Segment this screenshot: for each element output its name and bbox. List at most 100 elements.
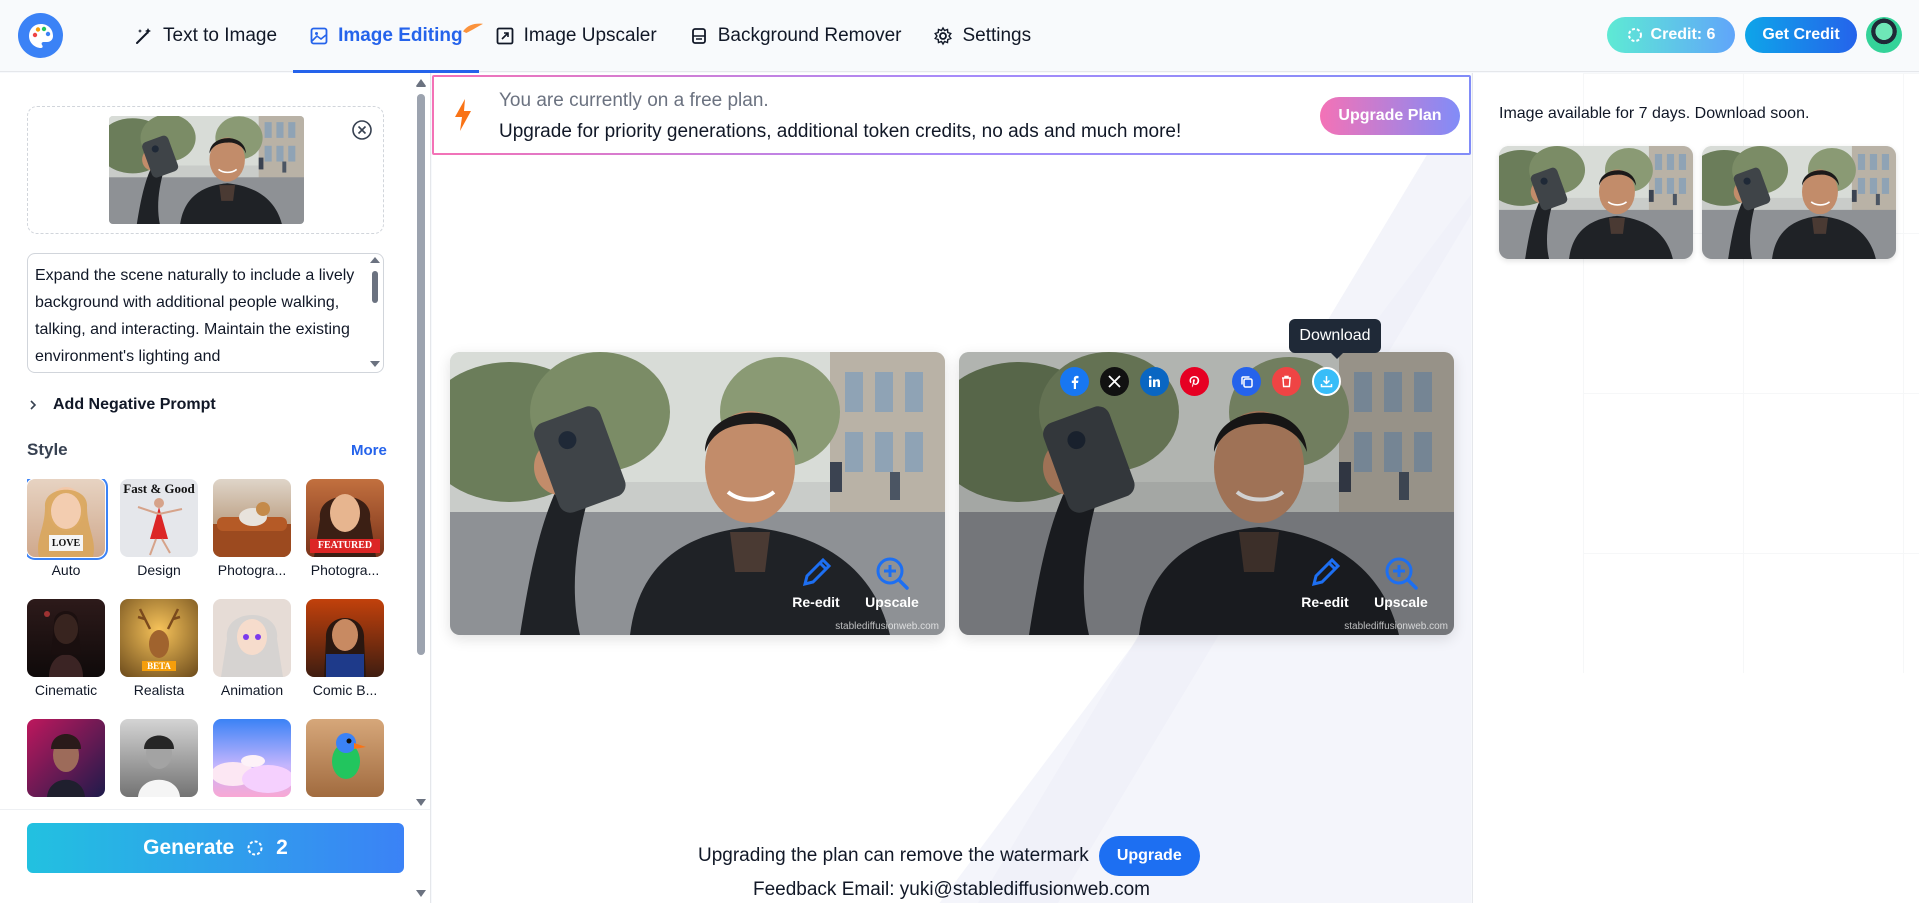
style-thumb (27, 719, 105, 797)
upscale-label: Upscale (865, 594, 919, 610)
style-thumb (306, 599, 384, 677)
x-icon[interactable] (1100, 367, 1129, 396)
upscale-button[interactable]: Upscale (862, 554, 922, 610)
tab-text-to-image[interactable]: Text to Image (118, 0, 293, 72)
generate-cost: 2 (276, 836, 288, 859)
tab-settings[interactable]: Settings (917, 0, 1047, 72)
tab-label: Settings (962, 25, 1032, 46)
history-panel: Image available for 7 days. Download soo… (1472, 73, 1919, 903)
style-name: Cinematic (34, 682, 98, 698)
tab-label: Text to Image (163, 25, 278, 46)
main-nav: Text to Image Image Editing Image Upscal… (118, 0, 1047, 73)
upscale-button[interactable]: Upscale (1371, 554, 1431, 610)
style-name: Design (137, 562, 181, 578)
prompt-textarea[interactable]: Expand the scene naturally to include a … (27, 253, 384, 373)
copy-icon[interactable] (1232, 367, 1261, 396)
token-icon (1627, 28, 1642, 42)
style-cinematic[interactable]: Cinematic (27, 599, 105, 698)
style-name: Photogra... (310, 562, 380, 578)
style-name: Photogra... (217, 562, 287, 578)
remove-image-icon[interactable] (351, 119, 373, 141)
image-icon (310, 27, 328, 45)
lightning-icon (455, 99, 471, 131)
style-section-title: Style (27, 440, 68, 459)
user-avatar[interactable] (1866, 17, 1902, 53)
left-panel: Expand the scene naturally to include a … (0, 73, 431, 903)
result-area: You are currently on a free plan. Upgrad… (432, 73, 1471, 903)
result-image-1[interactable]: Re-edit Upscale stablediffusionweb.com (450, 352, 945, 635)
tab-background-remover[interactable]: Background Remover (673, 0, 918, 72)
style-photography-1[interactable]: Photogra... (213, 479, 291, 578)
style-name: Auto (51, 562, 81, 578)
style-animation[interactable]: Animation (213, 599, 291, 698)
style-comic-book[interactable]: Comic B... (306, 599, 384, 698)
app-logo[interactable] (18, 13, 63, 58)
watermark-text: stablediffusionweb.com (835, 621, 939, 632)
style-item-10[interactable] (120, 719, 198, 799)
style-thumb (306, 719, 384, 797)
more-styles-link[interactable]: More (351, 442, 387, 459)
pinterest-icon[interactable] (1180, 367, 1209, 396)
upgrade-promo-banner: You are currently on a free plan. Upgrad… (432, 75, 1471, 155)
reedit-button[interactable]: Re-edit (1295, 554, 1355, 610)
reedit-button[interactable]: Re-edit (786, 554, 846, 610)
uploaded-image-box[interactable] (27, 106, 384, 234)
tab-image-upscaler[interactable]: Image Upscaler (479, 0, 673, 72)
prompt-scrollbar[interactable] (368, 253, 382, 371)
style-name: Realista (133, 682, 185, 698)
download-tooltip: Download (1289, 319, 1381, 359)
watermark-note-text: Upgrading the plan can remove the waterm… (698, 845, 1089, 866)
result-image-2[interactable]: Re-edit Upscale stablediffusionweb.com (959, 352, 1454, 635)
style-thumb (213, 479, 291, 557)
style-thumb (120, 719, 198, 797)
style-name: Animation (220, 682, 284, 698)
upgrade-plan-button[interactable]: Upgrade Plan (1320, 97, 1460, 135)
watermark-text: stablediffusionweb.com (1344, 621, 1448, 632)
watermark-upgrade-note: Upgrading the plan can remove the waterm… (698, 836, 1200, 876)
style-item-12[interactable] (306, 719, 384, 799)
style-name: Comic B... (312, 682, 378, 698)
token-icon (247, 840, 263, 856)
download-icon[interactable] (1312, 367, 1341, 396)
uploaded-image (109, 116, 304, 224)
get-credit-button[interactable]: Get Credit (1745, 17, 1857, 53)
facebook-icon[interactable] (1060, 367, 1089, 396)
tab-label: Image Editing (338, 25, 463, 46)
eraser-icon (691, 28, 706, 44)
style-thumb: BETA (120, 599, 198, 677)
reedit-label: Re-edit (1301, 594, 1349, 610)
history-image-1[interactable] (1499, 146, 1693, 259)
upscale-label: Upscale (1374, 594, 1428, 610)
style-caption: FEATURED (317, 540, 373, 551)
style-item-9[interactable] (27, 719, 105, 799)
add-negative-prompt-toggle[interactable]: Add Negative Prompt (27, 393, 216, 417)
magic-wand-icon (136, 28, 151, 44)
chevron-right-icon (30, 400, 37, 410)
credit-label: Credit: 6 (1650, 26, 1716, 43)
upgrade-button[interactable]: Upgrade (1098, 836, 1200, 876)
style-auto[interactable]: LOVE Auto (27, 479, 108, 578)
style-item-11[interactable] (213, 719, 291, 799)
credit-badge[interactable]: Credit: 6 (1607, 17, 1735, 53)
style-realista[interactable]: BETA Realista (120, 599, 198, 698)
style-grid: LOVE Auto Fast & Good Design Photogra...… (27, 479, 392, 799)
linkedin-icon[interactable] (1140, 367, 1169, 396)
center-scrollbar[interactable] (412, 73, 430, 903)
trash-icon[interactable] (1272, 367, 1301, 396)
style-design[interactable]: Fast & Good Design (120, 479, 198, 578)
palette-icon (28, 23, 53, 48)
negative-prompt-label: Add Negative Prompt (53, 396, 216, 413)
tab-label: Background Remover (717, 25, 902, 46)
style-caption: Fast & Good (123, 481, 195, 496)
promo-title: You are currently on a free plan. (499, 90, 769, 111)
style-photography-2[interactable]: FEATURED Photogra... (306, 479, 384, 578)
tab-image-editing[interactable]: Image Editing (293, 0, 483, 73)
gear-icon (934, 26, 953, 46)
zoom-in-icon (876, 557, 909, 590)
generate-bar: Generate 2 (0, 809, 430, 903)
history-image-2[interactable] (1702, 146, 1896, 259)
feedback-email: Feedback Email: yuki@stablediffusionweb.… (752, 879, 1150, 900)
generate-button[interactable]: Generate 2 (27, 823, 404, 873)
reedit-label: Re-edit (792, 594, 840, 610)
share-toolbar (1060, 367, 1341, 396)
